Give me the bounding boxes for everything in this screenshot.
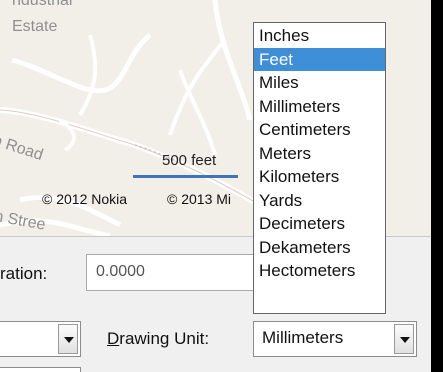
- copyright-microsoft: © 2013 Mi: [167, 191, 232, 207]
- unit-option[interactable]: Meters: [254, 142, 385, 166]
- unit-option[interactable]: Miles: [254, 71, 385, 95]
- unit-option[interactable]: Centimeters: [254, 118, 385, 142]
- map-settings-window: ndustrial Estate n Road n Stree 500 feet…: [0, 0, 443, 372]
- chevron-down-icon: [400, 337, 410, 343]
- drawing-unit-label-text: rawing Unit:: [119, 329, 210, 348]
- drawing-unit-label: Drawing Unit:: [107, 329, 209, 349]
- window-edge: [431, 0, 443, 372]
- drawing-unit-select[interactable]: Millimeters: [253, 321, 417, 357]
- map-scale-bar: [133, 175, 238, 178]
- drawing-unit-value: Millimeters: [262, 328, 344, 347]
- drawing-unit-accesskey: D: [107, 329, 120, 348]
- left-unit-dropdown-button[interactable]: [58, 324, 78, 354]
- duration-input[interactable]: 0.0000: [86, 254, 261, 291]
- unit-option[interactable]: Millimeters: [254, 95, 385, 119]
- map-label-industrial: ndustrial: [12, 0, 73, 9]
- unit-option-selected[interactable]: Feet: [254, 47, 385, 71]
- unit-option[interactable]: Inches: [254, 24, 385, 48]
- duration-label: ration:: [0, 264, 48, 283]
- chevron-down-icon: [64, 337, 74, 343]
- unit-option[interactable]: Yards: [254, 189, 385, 213]
- map-label-estate: Estate: [12, 18, 58, 35]
- map-scale-label: 500 feet: [162, 152, 217, 169]
- unit-dropdown-list[interactable]: Inches Feet Miles Millimeters Centimeter…: [253, 22, 386, 314]
- drawing-unit-dropdown-button[interactable]: [394, 324, 414, 354]
- unit-option[interactable]: Dekameters: [254, 236, 385, 260]
- partial-input-bottom[interactable]: [0, 367, 81, 372]
- unit-option[interactable]: Kilometers: [254, 165, 385, 189]
- copyright-nokia: © 2012 Nokia: [42, 191, 128, 207]
- unit-option[interactable]: Hectometers: [254, 259, 385, 283]
- unit-option[interactable]: Decimeters: [254, 212, 385, 236]
- left-unit-select[interactable]: [0, 321, 81, 357]
